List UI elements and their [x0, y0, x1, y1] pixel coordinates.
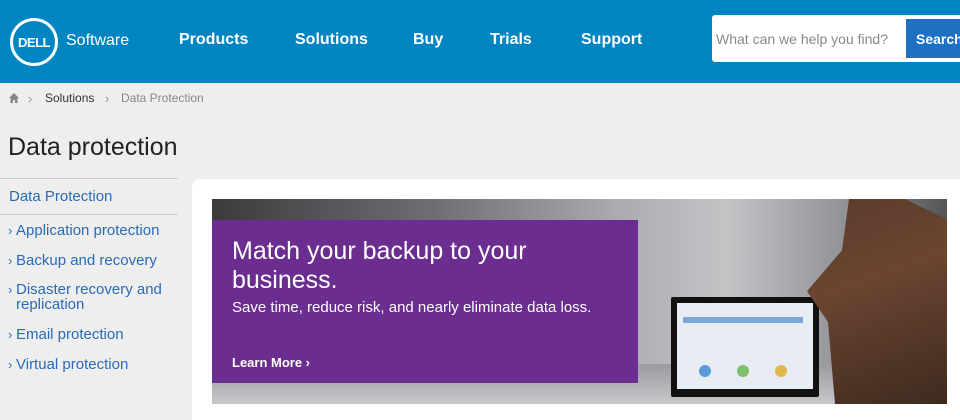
- sidebar-item-virtual-protection[interactable]: › Virtual protection: [8, 357, 178, 372]
- site-header: DELL Software Products Solutions Buy Tri…: [0, 0, 960, 83]
- sidebar-item-email-protection[interactable]: › Email protection: [8, 327, 178, 342]
- breadcrumb-current: Data Protection: [121, 91, 204, 105]
- monitor-screen: [677, 303, 813, 389]
- breadcrumb-solutions[interactable]: Solutions: [45, 91, 94, 105]
- nav-trials[interactable]: Trials: [490, 31, 532, 49]
- chevron-right-icon: ›: [8, 223, 13, 238]
- sidebar-item-label: Backup and recovery: [16, 252, 157, 269]
- sidebar-item-label: Email protection: [16, 326, 124, 343]
- nav-buy[interactable]: Buy: [413, 31, 443, 49]
- breadcrumb-separator-icon: ›: [28, 91, 33, 106]
- sidebar-item-label: Application protection: [16, 222, 160, 239]
- sidebar-divider: [0, 178, 178, 179]
- chevron-right-icon: ›: [8, 357, 13, 372]
- sidebar-item-label: Disaster recovery and replication: [16, 281, 162, 313]
- logo-subtext: Software: [66, 32, 130, 49]
- breadcrumb-separator-icon: ›: [105, 91, 110, 106]
- search-input[interactable]: [712, 15, 906, 62]
- dell-logo[interactable]: DELL: [10, 18, 58, 66]
- sidebar-item-application-protection[interactable]: › Application protection: [8, 223, 178, 238]
- promo-box: Match your backup to your business. Save…: [212, 220, 638, 383]
- chevron-right-icon: ›: [8, 327, 13, 342]
- sidebar-divider: [0, 214, 178, 215]
- sidebar-heading[interactable]: Data Protection: [9, 188, 112, 205]
- pie-chart-icon: [737, 365, 749, 377]
- nav-solutions[interactable]: Solutions: [295, 31, 368, 49]
- promo-body: Save time, reduce risk, and nearly elimi…: [232, 299, 592, 316]
- chevron-right-icon: ›: [8, 282, 13, 297]
- nav-support[interactable]: Support: [581, 31, 642, 49]
- sidebar-item-label: Virtual protection: [16, 356, 129, 373]
- pie-chart-icon: [699, 365, 711, 377]
- chevron-right-icon: ›: [8, 253, 13, 268]
- monitor-image: [671, 297, 819, 397]
- learn-more-link[interactable]: Learn More ›: [232, 355, 310, 370]
- search-button[interactable]: Search: [906, 19, 960, 58]
- home-icon[interactable]: [8, 92, 20, 104]
- page-title: Data protection: [8, 133, 178, 161]
- nav-products[interactable]: Products: [179, 31, 248, 49]
- promo-title: Match your backup to your business.: [232, 237, 527, 294]
- pie-chart-icon: [775, 365, 787, 377]
- sidebar-item-backup-and-recovery[interactable]: › Backup and recovery: [8, 253, 178, 268]
- sidebar-item-disaster-recovery[interactable]: › Disaster recovery and replication: [8, 282, 178, 312]
- search-box: Search: [712, 15, 960, 62]
- monitor-bar: [683, 317, 803, 323]
